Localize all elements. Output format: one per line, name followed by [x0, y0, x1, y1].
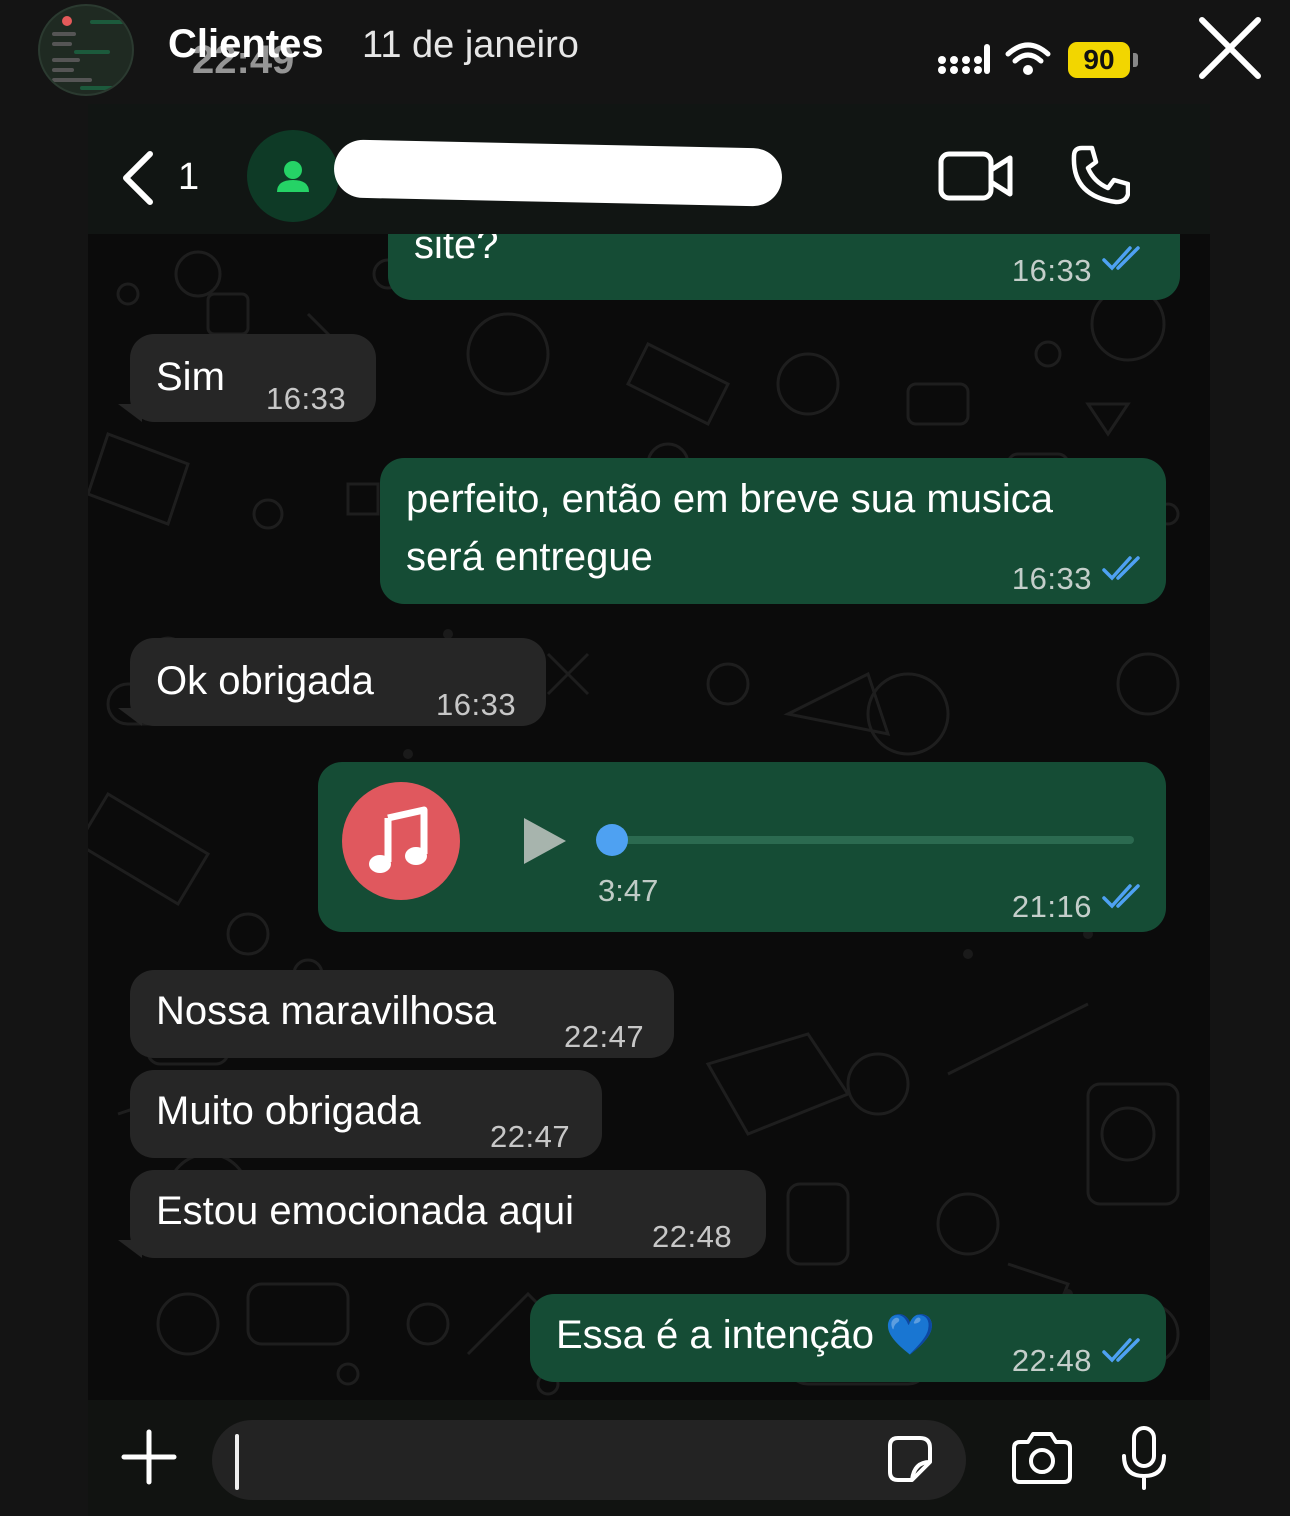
phone-icon[interactable] — [1068, 144, 1130, 206]
message-text: Sim — [156, 355, 225, 399]
audio-duration: 3:47 — [598, 873, 659, 908]
sticker-icon[interactable] — [882, 1432, 936, 1486]
message-time: 22:47 — [564, 1019, 645, 1054]
double-check-icon — [1102, 884, 1140, 909]
message-text: site? — [414, 234, 499, 267]
double-check-icon — [1102, 556, 1140, 581]
message-time: 16:33 — [1011, 561, 1092, 596]
message-bubble-incoming[interactable]: Sim 16:33 — [130, 334, 376, 422]
message-bubble-incoming[interactable]: Estou emocionada aqui 22:48 — [130, 1170, 766, 1258]
message-bubble-outgoing[interactable]: Essa é a intenção 💙 22:48 — [530, 1294, 1166, 1382]
camera-icon[interactable] — [1010, 1430, 1074, 1486]
chat-header: 1 — [88, 104, 1210, 234]
message-text: Ok obrigada — [156, 659, 374, 703]
signal-wifi-icon — [938, 42, 1051, 75]
message-text: Muito obrigada — [156, 1089, 421, 1133]
message-time: 21:16 — [1011, 889, 1092, 924]
message-text: Estou emocionada aqui — [156, 1189, 575, 1233]
chat-window: 1 site? 16:33 Sim 16:33 perfeito, então … — [88, 104, 1210, 1516]
story-date: 11 de janeiro — [362, 24, 579, 66]
message-bubble-incoming[interactable]: Muito obrigada 22:47 — [130, 1070, 602, 1158]
contact-avatar[interactable] — [247, 130, 339, 222]
unread-count[interactable]: 1 — [178, 156, 199, 199]
message-bubble-incoming[interactable]: Ok obrigada 16:33 — [130, 638, 546, 726]
message-time: 22:47 — [490, 1119, 571, 1154]
message-bubble-incoming[interactable]: Nossa maravilhosa 22:47 — [130, 970, 674, 1058]
message-text: Essa é a intenção 💙 — [556, 1313, 935, 1357]
message-text-line1: perfeito, então em breve sua musica — [406, 477, 1054, 521]
message-text: Nossa maravilhosa — [156, 989, 497, 1033]
bubble-tail — [118, 708, 142, 726]
message-time: 22:48 — [652, 1219, 733, 1254]
play-icon[interactable] — [522, 816, 568, 866]
battery-indicator: 90 — [1068, 42, 1130, 78]
microphone-icon[interactable] — [1118, 1424, 1170, 1492]
double-check-icon — [1102, 1338, 1140, 1363]
person-icon — [277, 161, 309, 192]
message-time: 16:33 — [436, 687, 517, 722]
message-time: 16:33 — [1011, 253, 1092, 288]
message-time: 16:33 — [266, 381, 347, 416]
double-check-icon — [1102, 246, 1140, 271]
music-note-icon — [342, 782, 460, 900]
bubble-tail — [118, 1240, 142, 1258]
story-header: 22:49 Clientes 11 de janeiro 90 — [0, 0, 1290, 100]
battery-tip — [1133, 53, 1138, 67]
audio-scrubber[interactable] — [596, 824, 628, 856]
story-avatar[interactable] — [38, 4, 134, 96]
composer-bar — [88, 1400, 1210, 1516]
bubble-tail — [118, 404, 142, 422]
audio-message[interactable]: 3:47 21:16 — [318, 762, 1166, 932]
story-title: Clientes — [168, 22, 324, 66]
text-caret — [235, 1434, 239, 1490]
message-bubble-outgoing[interactable]: site? 16:33 — [388, 234, 1180, 300]
audio-progress-track[interactable] — [612, 836, 1134, 844]
message-input[interactable] — [212, 1420, 966, 1500]
plus-icon[interactable] — [120, 1428, 178, 1486]
contact-name-redacted[interactable] — [333, 139, 783, 207]
video-camera-icon[interactable] — [938, 148, 1014, 204]
message-text-line2: será entregue — [406, 535, 653, 579]
message-list[interactable]: site? 16:33 Sim 16:33 perfeito, então em… — [88, 234, 1210, 1400]
message-bubble-outgoing[interactable]: perfeito, então em breve sua musica será… — [380, 458, 1166, 604]
close-icon[interactable] — [1196, 14, 1264, 82]
message-time: 22:48 — [1011, 1343, 1092, 1378]
